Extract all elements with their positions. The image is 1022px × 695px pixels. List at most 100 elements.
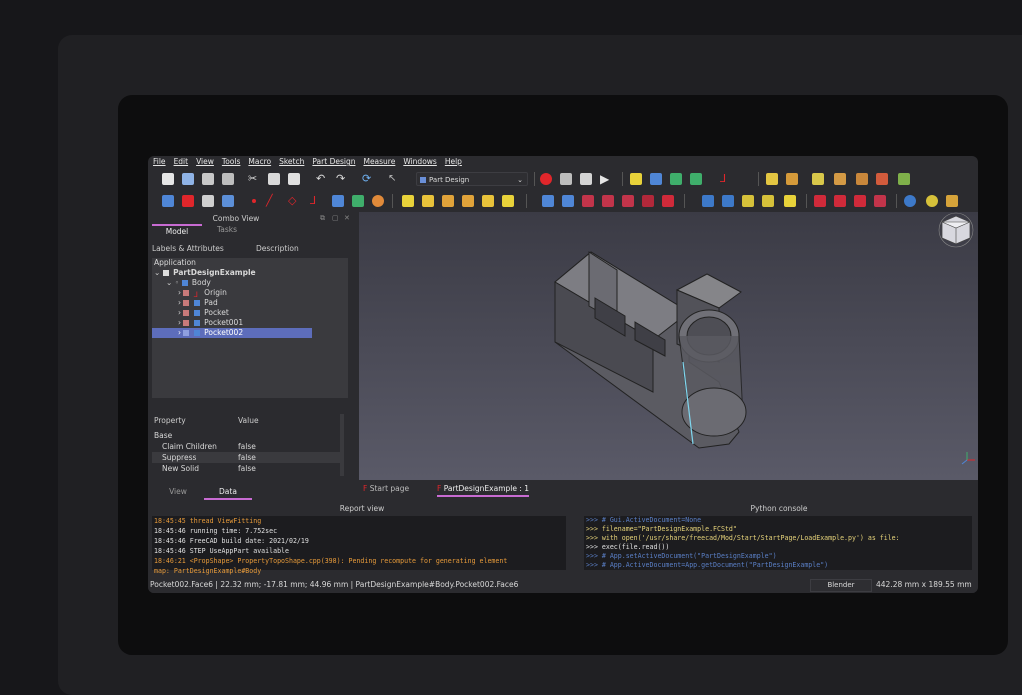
subtractive-helix-icon[interactable] bbox=[642, 195, 654, 207]
eye-hidden-icon[interactable] bbox=[183, 310, 190, 316]
tree-item-origin[interactable]: › ⅃ Origin bbox=[178, 288, 227, 299]
execute-macro-icon[interactable]: ▶ bbox=[600, 173, 612, 185]
chevron-down-icon[interactable]: ⌄ bbox=[154, 268, 160, 277]
menu-tools[interactable]: Tools bbox=[222, 156, 240, 168]
property-scrollbar[interactable] bbox=[340, 414, 344, 476]
eye-hidden-icon[interactable] bbox=[183, 300, 190, 306]
tree-item-pocket[interactable]: › Pocket bbox=[178, 308, 229, 318]
revolution-icon[interactable] bbox=[422, 195, 434, 207]
navigation-style-button[interactable]: Blender bbox=[810, 579, 872, 592]
draft-icon[interactable] bbox=[834, 195, 846, 207]
part-model[interactable] bbox=[359, 212, 978, 480]
subtractive-loft-icon[interactable] bbox=[602, 195, 614, 207]
macros-icon[interactable] bbox=[580, 173, 592, 185]
column-labels[interactable]: Labels & Attributes bbox=[152, 244, 256, 258]
part-icon[interactable] bbox=[630, 173, 642, 185]
property-group-base[interactable]: Base bbox=[152, 430, 342, 441]
workbench-selector[interactable]: Part Design ⌄ bbox=[416, 172, 528, 186]
menu-macro[interactable]: Macro bbox=[248, 156, 271, 168]
measure-toggle-icon[interactable] bbox=[856, 173, 868, 185]
subtractive-primitive-icon[interactable] bbox=[662, 195, 674, 207]
menu-part-design[interactable]: Part Design bbox=[312, 156, 355, 168]
tree-item-body[interactable]: ⌄ ◦ Body bbox=[166, 278, 211, 288]
sketch-icon[interactable] bbox=[182, 195, 194, 207]
tree-item-pad[interactable]: › Pad bbox=[178, 298, 218, 308]
refresh-icon[interactable]: ⟳ bbox=[362, 173, 374, 185]
tab-model[interactable]: Model bbox=[152, 224, 202, 238]
chevron-right-icon[interactable]: › bbox=[178, 308, 181, 317]
group-icon[interactable] bbox=[650, 173, 662, 185]
additive-pipe-icon[interactable] bbox=[462, 195, 474, 207]
view-section-icon[interactable] bbox=[222, 195, 234, 207]
clone-icon[interactable] bbox=[372, 195, 384, 207]
link-actions-icon[interactable] bbox=[690, 173, 702, 185]
boolean-icon[interactable] bbox=[874, 195, 886, 207]
save-icon[interactable] bbox=[202, 173, 214, 185]
property-row[interactable]: New Solid false bbox=[152, 463, 340, 474]
local-cs-icon[interactable]: ⅃ bbox=[310, 195, 322, 207]
measure-refresh-icon[interactable] bbox=[812, 173, 824, 185]
datum-plane-icon[interactable]: ◇ bbox=[288, 195, 300, 207]
3d-viewport[interactable] bbox=[359, 212, 978, 480]
measure-3d-icon[interactable] bbox=[876, 173, 888, 185]
datum-line-icon[interactable]: ╱ bbox=[266, 195, 278, 207]
measure-angular-icon[interactable] bbox=[786, 173, 798, 185]
menu-view[interactable]: View bbox=[196, 156, 214, 168]
validate-sketch-icon[interactable] bbox=[202, 195, 214, 207]
pad-icon[interactable] bbox=[402, 195, 414, 207]
tab-tasks[interactable]: Tasks bbox=[202, 224, 252, 238]
close-icon[interactable]: ✕ bbox=[344, 214, 350, 222]
record-macro-icon[interactable] bbox=[540, 173, 552, 185]
tab-start-page[interactable]: F Start page bbox=[363, 483, 409, 495]
tab-data[interactable]: Data bbox=[204, 486, 252, 500]
involute-gear-icon[interactable] bbox=[926, 195, 938, 207]
stop-macro-icon[interactable] bbox=[560, 173, 572, 185]
additive-helix-icon[interactable] bbox=[482, 195, 494, 207]
mirrored-icon[interactable] bbox=[702, 195, 714, 207]
menu-sketch[interactable]: Sketch bbox=[279, 156, 304, 168]
tab-view[interactable]: View bbox=[152, 486, 204, 500]
new-document-icon[interactable] bbox=[162, 173, 174, 185]
eye-hidden-icon[interactable] bbox=[183, 290, 190, 296]
measure-linear-icon[interactable] bbox=[766, 173, 778, 185]
property-row[interactable]: Claim Children false bbox=[152, 441, 340, 452]
measure-delta-icon[interactable] bbox=[898, 173, 910, 185]
paste-icon[interactable] bbox=[288, 173, 300, 185]
print-icon[interactable] bbox=[222, 173, 234, 185]
restore-icon[interactable]: ▢ bbox=[332, 214, 339, 222]
navigation-cube[interactable] bbox=[938, 212, 974, 248]
subtractive-pipe-icon[interactable] bbox=[622, 195, 634, 207]
eye-hidden-icon[interactable] bbox=[183, 320, 190, 326]
open-icon[interactable] bbox=[182, 173, 194, 185]
additive-loft-icon[interactable] bbox=[442, 195, 454, 207]
chevron-right-icon[interactable]: › bbox=[178, 298, 181, 307]
menu-windows[interactable]: Windows bbox=[403, 156, 436, 168]
linear-pattern-icon[interactable] bbox=[722, 195, 734, 207]
python-console-content[interactable]: >>> # Gui.ActiveDocument=None >>> filenam… bbox=[584, 516, 972, 570]
chevron-down-icon[interactable]: ⌄ bbox=[166, 278, 172, 287]
chevron-right-icon[interactable]: › bbox=[178, 328, 181, 337]
column-property[interactable]: Property bbox=[154, 416, 238, 425]
tree-item-pocket001[interactable]: › Pocket001 bbox=[178, 318, 243, 328]
report-view-content[interactable]: 18:45:45 thread ViewFitting 18:45:46 runn… bbox=[152, 516, 566, 575]
tree-item-pocket002[interactable]: › Pocket002 bbox=[152, 328, 312, 338]
multitransform-icon[interactable] bbox=[762, 195, 774, 207]
cut-icon[interactable]: ✂ bbox=[248, 173, 260, 185]
undo-icon[interactable]: ↶ bbox=[316, 173, 328, 185]
whats-this-icon[interactable]: ↖ bbox=[388, 173, 400, 185]
polar-pattern-icon[interactable] bbox=[742, 195, 754, 207]
groove-icon[interactable] bbox=[582, 195, 594, 207]
menu-edit[interactable]: Edit bbox=[174, 156, 189, 168]
menu-measure[interactable]: Measure bbox=[363, 156, 395, 168]
link-icon[interactable] bbox=[670, 173, 682, 185]
axes-icon[interactable]: ⅃ bbox=[720, 173, 732, 185]
tab-partdesignexample[interactable]: F PartDesignExample : 1 bbox=[437, 483, 530, 497]
redo-icon[interactable]: ↷ bbox=[336, 173, 348, 185]
measure-clear-icon[interactable] bbox=[834, 173, 846, 185]
pocket-icon[interactable] bbox=[542, 195, 554, 207]
menu-help[interactable]: Help bbox=[445, 156, 462, 168]
eye-icon[interactable]: ◦ bbox=[175, 278, 179, 287]
copy-icon[interactable] bbox=[268, 173, 280, 185]
chevron-right-icon[interactable]: › bbox=[178, 288, 181, 297]
hole-icon[interactable] bbox=[562, 195, 574, 207]
